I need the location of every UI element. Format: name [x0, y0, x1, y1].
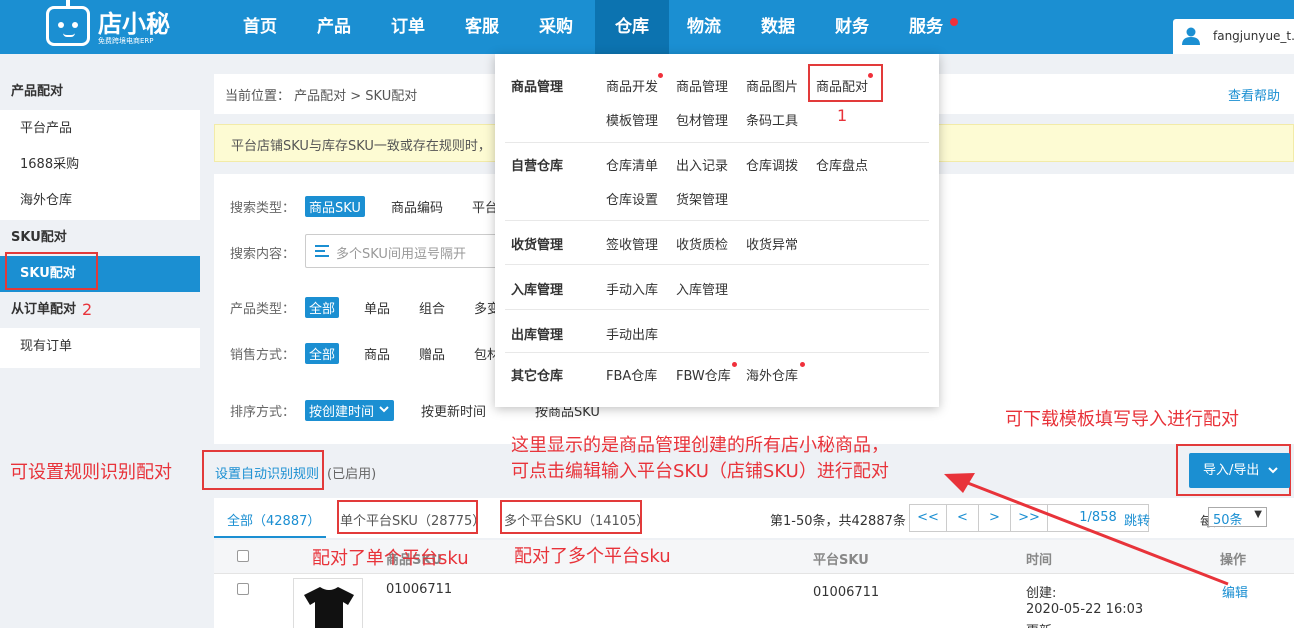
annotation-arrow	[944, 473, 1229, 586]
